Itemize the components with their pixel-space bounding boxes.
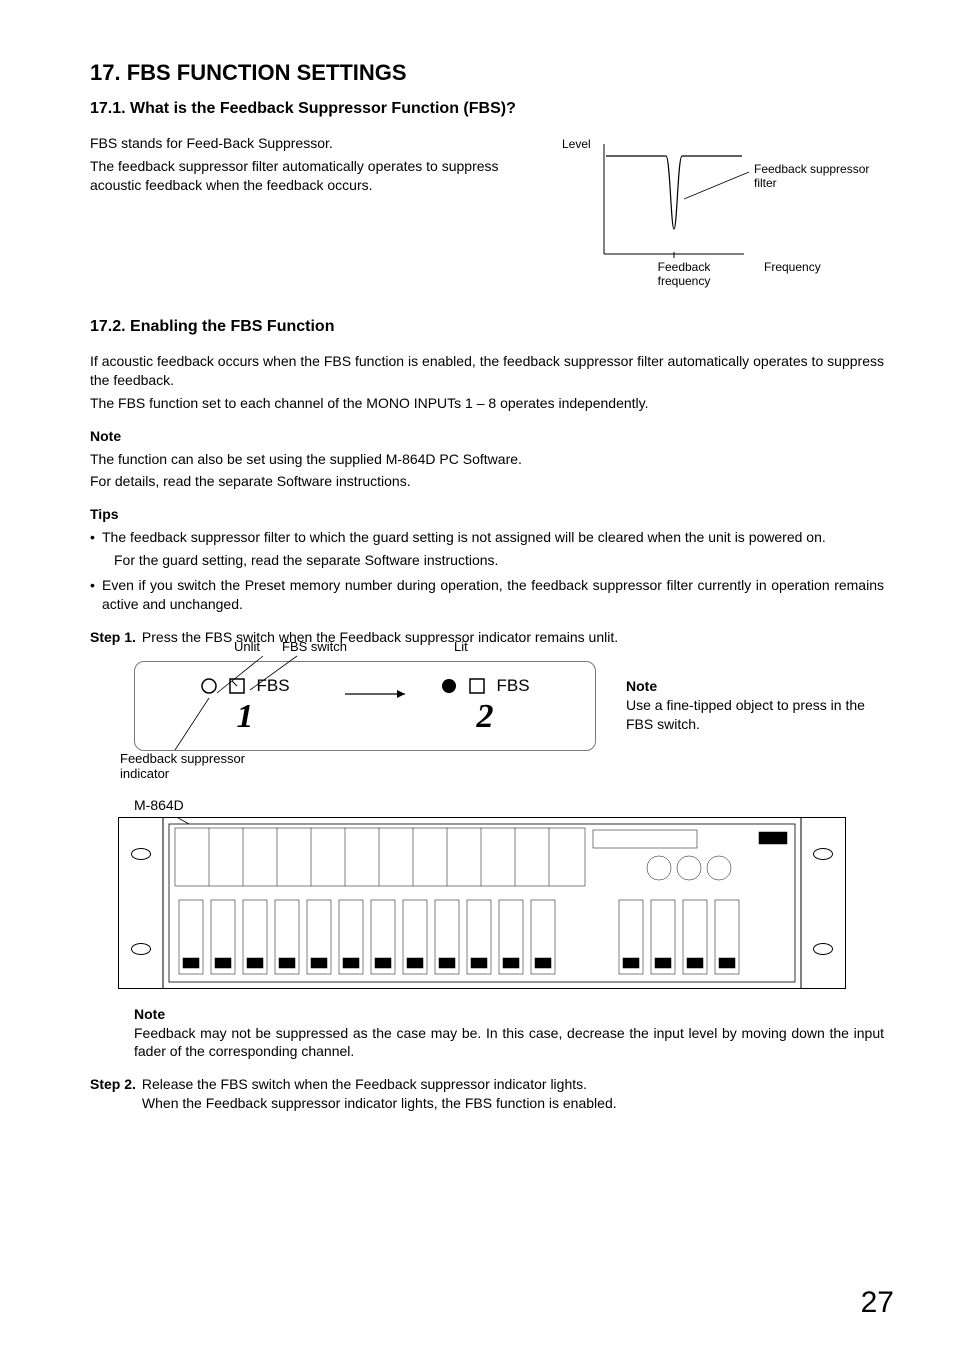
led-unlit-icon — [200, 677, 218, 695]
document-page: 17. FBS FUNCTION SETTINGS 17.1. What is … — [0, 0, 954, 1350]
fbs-switch-icon-2 — [468, 677, 486, 695]
s2-p1: If acoustic feedback occurs when the FBS… — [90, 352, 884, 390]
note-heading-1: Note — [90, 427, 884, 446]
s1-p1: FBS stands for Feed-Back Suppressor. — [90, 134, 510, 153]
step-2-text: Release the FBS switch when the Feedback… — [142, 1075, 884, 1094]
bottom-note-text: Feedback may not be suppressed as the ca… — [134, 1024, 884, 1062]
section-title: 17. FBS FUNCTION SETTINGS — [90, 60, 884, 86]
front-panel-illustration — [118, 817, 846, 989]
tips-heading: Tips — [90, 505, 884, 524]
bottom-note-heading: Note — [134, 1005, 884, 1024]
notch-filter-chart: Level Feedback suppressor filter Feedbac… — [544, 134, 884, 294]
chart-annotation-filter: Feedback suppressor filter — [754, 162, 884, 190]
rack-hole-icon — [131, 943, 151, 955]
callout-unlit: Unlit — [234, 639, 260, 654]
big-number-2: 2 — [395, 698, 575, 736]
s2-note2: For details, read the separate Software … — [90, 472, 884, 491]
callout-lit: Lit — [454, 639, 468, 654]
chart-annotation-freq: Feedback frequency — [644, 260, 724, 288]
rack-hole-icon — [813, 848, 833, 860]
page-number: 27 — [861, 1286, 894, 1320]
mixer-panel-icon — [119, 818, 845, 988]
callout-fbs-switch: FBS switch — [282, 639, 347, 654]
intro-row: FBS stands for Feed-Back Suppressor. The… — [90, 134, 884, 294]
fbs-switch-diagram: FBS 1 FBS 2 Unlit FBS switch Lit — [134, 661, 884, 751]
switch-note-text: Use a fine-tipped object to press in the… — [626, 696, 876, 734]
big-number-1: 1 — [155, 698, 335, 736]
rack-hole-icon — [813, 943, 833, 955]
callout-indicator: Feedback suppressor indicator — [120, 751, 270, 781]
model-label: M-864D — [134, 797, 884, 813]
subsection-title-17-1: 17.1. What is the Feedback Suppressor Fu… — [90, 100, 884, 118]
s2-p2: The FBS function set to each channel of … — [90, 394, 884, 413]
switch-side-note: Note Use a fine-tipped object to press i… — [626, 677, 876, 734]
chart-xlabel: Frequency — [764, 260, 821, 274]
switch-note-heading: Note — [626, 677, 876, 696]
fbs-switch-icon — [228, 677, 246, 695]
switch-box: FBS 1 FBS 2 — [134, 661, 596, 751]
fbs-label-1: FBS — [256, 676, 289, 696]
tip-2: Even if you switch the Preset memory num… — [90, 576, 884, 614]
s2-note1: The function can also be set using the s… — [90, 450, 884, 469]
s1-p2: The feedback suppressor filter automatic… — [90, 157, 510, 195]
led-lit-icon — [440, 677, 458, 695]
tip-1-text: The feedback suppressor filter to which … — [102, 529, 826, 545]
step-2: Step 2. Release the FBS switch when the … — [90, 1075, 884, 1113]
rack-hole-icon — [131, 848, 151, 860]
subsection-title-17-2: 17.2. Enabling the FBS Function — [90, 318, 884, 336]
tip-1-sub: For the guard setting, read the separate… — [102, 551, 884, 570]
bottom-note: Note Feedback may not be suppressed as t… — [134, 1005, 884, 1062]
step-1-label: Step 1. — [90, 628, 142, 647]
tips-list: The feedback suppressor filter to which … — [90, 528, 884, 614]
chart-ylabel: Level — [562, 137, 591, 151]
step-2-label: Step 2. — [90, 1075, 142, 1113]
fbs-label-2: FBS — [496, 676, 529, 696]
step-1: Step 1. Press the FBS switch when the Fe… — [90, 628, 884, 647]
step-2-text-2: When the Feedback suppressor indicator l… — [142, 1094, 884, 1113]
tip-1: The feedback suppressor filter to which … — [90, 528, 884, 570]
